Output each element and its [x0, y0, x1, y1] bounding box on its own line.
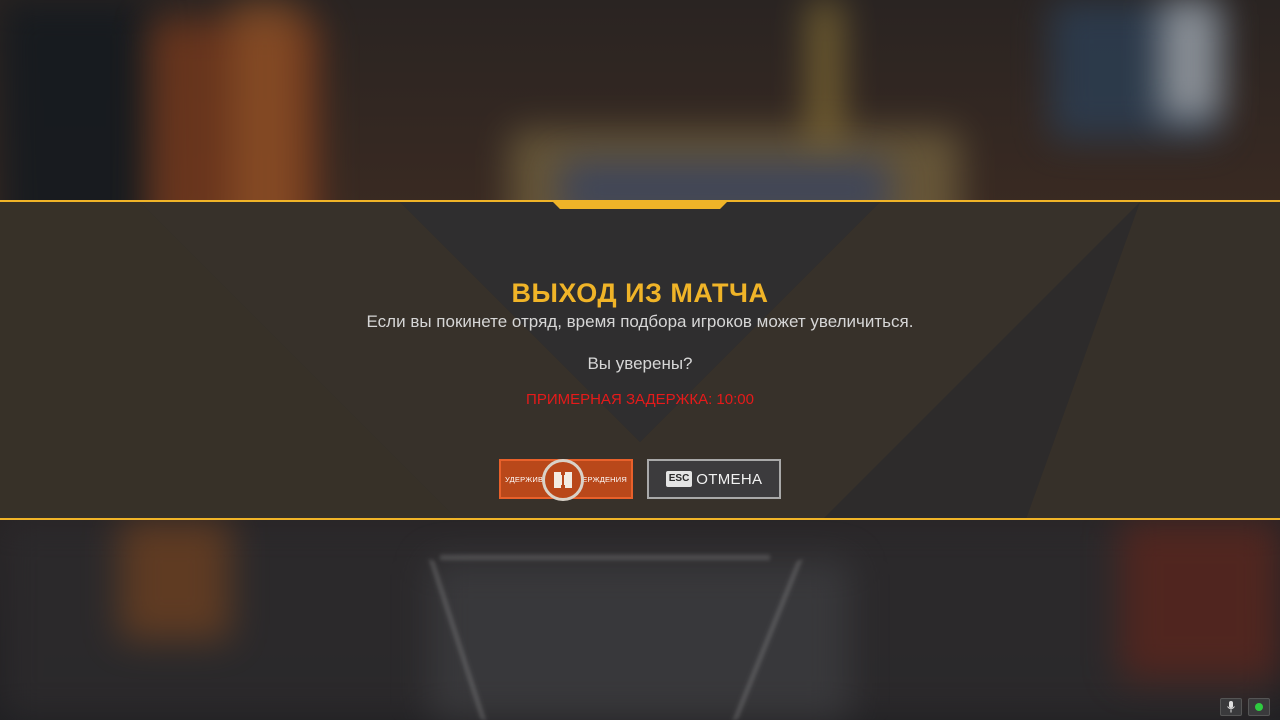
- hold-progress-ring: [542, 459, 584, 501]
- esc-key-hint: ESC: [665, 471, 693, 487]
- dialog-message: Если вы покинете отряд, время подбора иг…: [366, 312, 914, 331]
- microphone-icon[interactable]: [1220, 698, 1242, 716]
- dialog-question: Вы уверены?: [587, 354, 693, 373]
- leave-door-icon: [554, 470, 572, 490]
- estimated-delay: ПРИМЕРНАЯ ЗАДЕРЖКА: 10:00: [526, 391, 754, 408]
- cancel-button[interactable]: ESC ОТМЕНА: [647, 459, 781, 499]
- corner-status-icons: [1220, 698, 1270, 716]
- banner-notch: [553, 202, 727, 209]
- cancel-label: ОТМЕНА: [696, 470, 763, 488]
- leave-match-dialog: ВЫХОД ИЗ МАТЧА Если вы покинете отряд, в…: [0, 200, 1280, 520]
- dialog-title: ВЫХОД ИЗ МАТЧА: [511, 278, 769, 308]
- hold-to-confirm-button[interactable]: УДЕРЖИВА ВЕРЖДЕНИЯ: [499, 459, 633, 501]
- status-dot: [1255, 703, 1263, 711]
- connection-status-icon: [1248, 698, 1270, 716]
- confirm-label-right: ВЕРЖДЕНИЯ: [577, 474, 627, 484]
